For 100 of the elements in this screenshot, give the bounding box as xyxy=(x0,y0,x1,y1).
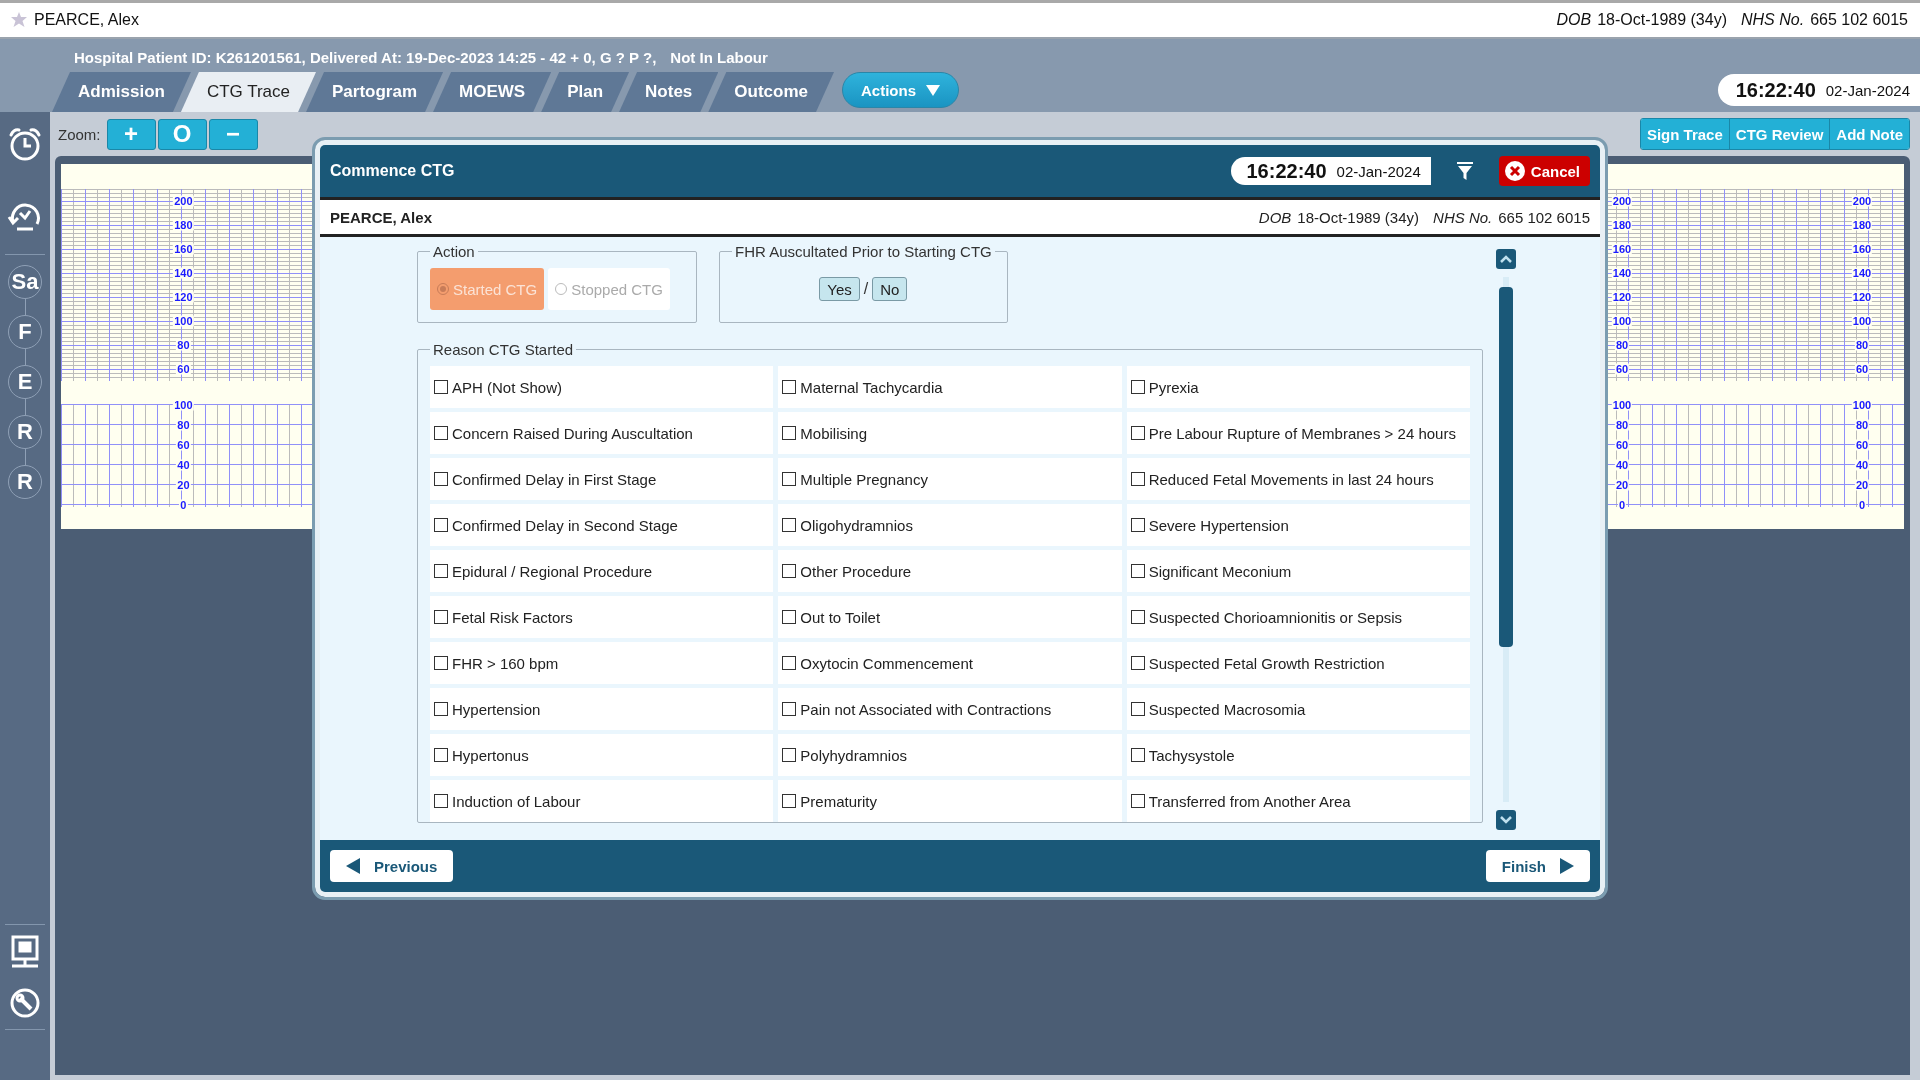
tab[interactable]: CTG Trace xyxy=(180,72,317,112)
close-icon xyxy=(1504,161,1525,181)
tab[interactable]: Partogram xyxy=(306,72,444,112)
finish-button[interactable]: Finish xyxy=(1485,850,1590,882)
tab[interactable]: Admission xyxy=(52,72,191,112)
checkbox-option[interactable]: Suspected Fetal Growth Restriction xyxy=(1126,642,1470,684)
checkbox[interactable] xyxy=(782,794,797,808)
checkbox-option[interactable]: Transferred from Another Area xyxy=(1126,780,1470,822)
tab[interactable]: Outcome xyxy=(708,72,834,112)
checkbox-option[interactable]: Polyhydramnios xyxy=(778,734,1122,776)
checkbox-option[interactable]: Other Procedure xyxy=(778,550,1122,592)
checkbox-option[interactable]: Pre Labour Rupture of Membranes > 24 hours xyxy=(1126,412,1470,454)
checkbox-option[interactable]: Fetal Risk Factors xyxy=(430,596,774,638)
checkbox[interactable] xyxy=(434,610,448,624)
checkbox[interactable] xyxy=(782,656,797,670)
presentation-icon[interactable] xyxy=(10,935,40,969)
alarm-clock-icon[interactable] xyxy=(7,126,43,162)
clock-time: 16:22:40 xyxy=(1246,159,1327,183)
checkbox[interactable] xyxy=(782,610,797,624)
checkbox[interactable] xyxy=(434,564,448,578)
patient-name: PEARCE, Alex xyxy=(34,11,139,29)
checkbox-option[interactable]: Confirmed Delay in Second Stage xyxy=(430,504,774,546)
tab[interactable]: Notes xyxy=(619,72,719,112)
toggle-button[interactable]: Yes xyxy=(819,277,860,301)
checkbox[interactable] xyxy=(434,748,448,762)
checkbox-option[interactable]: Out to Toilet xyxy=(778,596,1122,638)
checkbox-option[interactable]: Oxytocin Commencement xyxy=(778,642,1122,684)
checkbox[interactable] xyxy=(434,794,448,808)
checkbox-option[interactable]: Pain not Associated with Contractions xyxy=(778,688,1122,730)
sidebar-letter[interactable]: R xyxy=(8,465,42,499)
checkbox[interactable] xyxy=(434,380,448,394)
scroll-thumb[interactable] xyxy=(1499,287,1513,647)
checkbox-option[interactable]: Tachysystole xyxy=(1126,734,1470,776)
axis-label: 80 xyxy=(1854,339,1870,351)
checkbox-option[interactable]: Pyrexia xyxy=(1126,366,1470,408)
axis-label: 200 xyxy=(1851,195,1873,207)
checkbox[interactable] xyxy=(782,518,797,532)
checkbox[interactable] xyxy=(1130,748,1145,762)
checkbox[interactable] xyxy=(782,702,797,716)
checkbox[interactable] xyxy=(1130,610,1145,624)
cancel-button[interactable]: Cancel xyxy=(1498,156,1590,186)
checkbox-option[interactable]: Mobilising xyxy=(778,412,1122,454)
patient-info: Hospital Patient ID: K261201561, Delivered At: 19-Dec-2023 14:25 - 42 + 0, G ? P ?, xyxy=(74,49,657,68)
chevron-down-icon xyxy=(1500,816,1512,824)
checkbox-option[interactable]: Induction of Labour xyxy=(430,780,774,822)
checkbox[interactable] xyxy=(782,748,797,762)
checkbox-option[interactable]: Hypertonus xyxy=(430,734,774,776)
scroll-down-button[interactable] xyxy=(1496,810,1516,830)
checkbox[interactable] xyxy=(782,472,797,486)
checkbox-option[interactable]: Severe Hypertension xyxy=(1126,504,1470,546)
checkbox-option[interactable]: Suspected Chorioamnionitis or Sepsis xyxy=(1126,596,1470,638)
checkbox-option[interactable]: Oligohydramnios xyxy=(778,504,1122,546)
checkbox-option[interactable]: Prematurity xyxy=(778,780,1122,822)
checkbox-option[interactable]: FHR > 160 bpm xyxy=(430,642,774,684)
checkbox-option[interactable]: Suspected Macrosomia xyxy=(1126,688,1470,730)
axis-label: 100 xyxy=(173,399,194,411)
checkbox[interactable] xyxy=(1130,656,1145,670)
checkbox[interactable] xyxy=(434,426,448,440)
previous-button[interactable]: Previous xyxy=(330,850,454,882)
checkbox[interactable] xyxy=(434,702,448,716)
toggle-button[interactable]: No xyxy=(872,277,908,301)
sidebar-letter[interactable]: Sa xyxy=(8,265,42,299)
search-icon[interactable] xyxy=(9,987,41,1019)
checkbox[interactable] xyxy=(1130,380,1145,394)
sidebar-letter[interactable]: E xyxy=(8,365,42,399)
tab[interactable]: Plan xyxy=(541,72,630,112)
checkbox-option[interactable]: APH (Not Show) xyxy=(430,366,774,408)
dob-value: 18-Oct-1989 (34y) xyxy=(1597,11,1727,29)
checkbox-option[interactable]: Epidural / Regional Procedure xyxy=(430,550,774,592)
checkbox[interactable] xyxy=(434,518,448,532)
tab[interactable]: MOEWS xyxy=(433,72,552,112)
checkbox[interactable] xyxy=(434,472,448,486)
checkbox-option[interactable]: Confirmed Delay in First Stage xyxy=(430,458,774,500)
checkbox-option[interactable]: Significant Meconium xyxy=(1126,550,1470,592)
checkbox[interactable] xyxy=(1130,564,1145,578)
checkbox-option[interactable]: Maternal Tachycardia xyxy=(778,366,1122,408)
axis-label: 60 xyxy=(1854,363,1870,375)
checkbox[interactable] xyxy=(782,426,797,440)
checkbox[interactable] xyxy=(434,656,448,670)
axis-label: 60 xyxy=(1614,439,1630,451)
checkbox-option[interactable]: Hypertension xyxy=(430,688,774,730)
checkbox[interactable] xyxy=(1130,426,1145,440)
checkbox[interactable] xyxy=(1130,518,1145,532)
checkbox[interactable] xyxy=(1130,472,1145,486)
checkbox-option[interactable]: Multiple Pregnancy xyxy=(778,458,1122,500)
sidebar-letter[interactable]: F xyxy=(8,315,42,349)
scroll-up-button[interactable] xyxy=(1496,249,1516,269)
checkbox[interactable] xyxy=(1130,794,1145,808)
checkbox[interactable] xyxy=(782,380,797,394)
checkbox-option[interactable]: Reduced Fetal Movements in last 24 hours xyxy=(1126,458,1470,500)
checkbox[interactable] xyxy=(1130,702,1145,716)
axis-label: 100 xyxy=(1851,399,1873,411)
filter-icon[interactable] xyxy=(1456,162,1473,180)
checkbox[interactable] xyxy=(782,564,797,578)
axis-label: 200 xyxy=(173,195,194,207)
axis-label: 60 xyxy=(176,363,191,375)
checkbox-option[interactable]: Concern Raised During Auscultation xyxy=(430,412,774,454)
nhs-label: NHS No. xyxy=(1433,208,1493,226)
clock-date: 02-Jan-2024 xyxy=(1825,81,1910,99)
sidebar-letter[interactable]: R xyxy=(8,415,42,449)
